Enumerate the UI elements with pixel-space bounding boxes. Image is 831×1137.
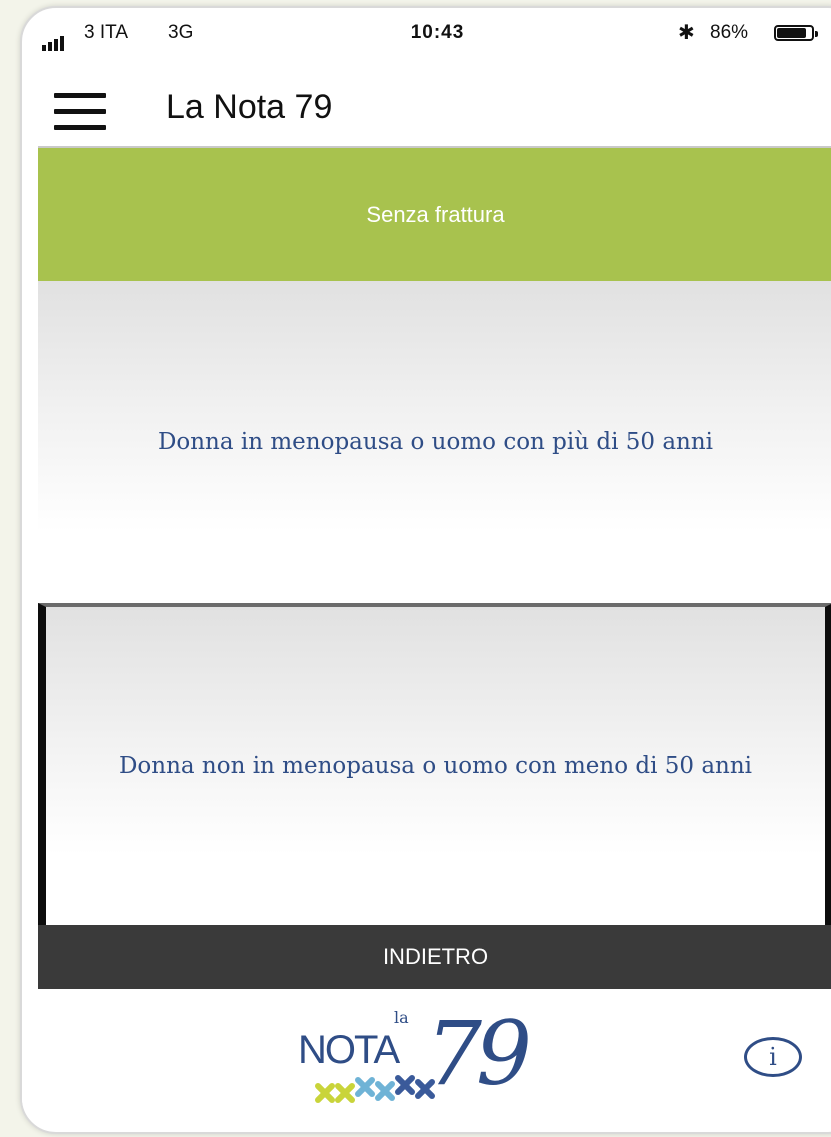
- option-not-menopause-under-50[interactable]: Donna non in menopausa o uomo con meno d…: [38, 603, 831, 925]
- option-menopause-over-50[interactable]: Donna in menopausa o uomo con più di 50 …: [38, 281, 831, 603]
- logo-number: 79: [426, 1002, 532, 1105]
- back-button[interactable]: INDIETRO: [38, 925, 831, 989]
- battery-fill: [777, 28, 806, 38]
- section-header: Senza frattura: [38, 148, 831, 281]
- logo-word: NOTA: [298, 1028, 400, 1072]
- status-bar: 3 ITA 3G 10:43 ✱ 86%: [22, 8, 831, 54]
- logo-small-text: la: [394, 1008, 409, 1027]
- option-label: Donna in menopausa o uomo con più di 50 …: [157, 429, 714, 455]
- info-button[interactable]: i: [744, 1037, 802, 1077]
- bluetooth-icon: ✱: [678, 22, 695, 44]
- phone-frame: 3 ITA 3G 10:43 ✱ 86% La Nota 79 Senza fr…: [20, 6, 831, 1134]
- battery-icon: [774, 25, 818, 41]
- info-icon: i: [769, 1043, 777, 1071]
- footer: la NOTA 79 i: [22, 990, 831, 1130]
- option-label: Donna non in menopausa o uomo con meno d…: [118, 753, 753, 779]
- nav-bar: La Nota 79: [22, 68, 831, 146]
- hamburger-menu-icon[interactable]: [54, 93, 106, 131]
- nota79-logo: la NOTA 79: [298, 1002, 558, 1118]
- battery-percentage: 86%: [710, 22, 749, 43]
- app-title: La Nota 79: [166, 88, 333, 126]
